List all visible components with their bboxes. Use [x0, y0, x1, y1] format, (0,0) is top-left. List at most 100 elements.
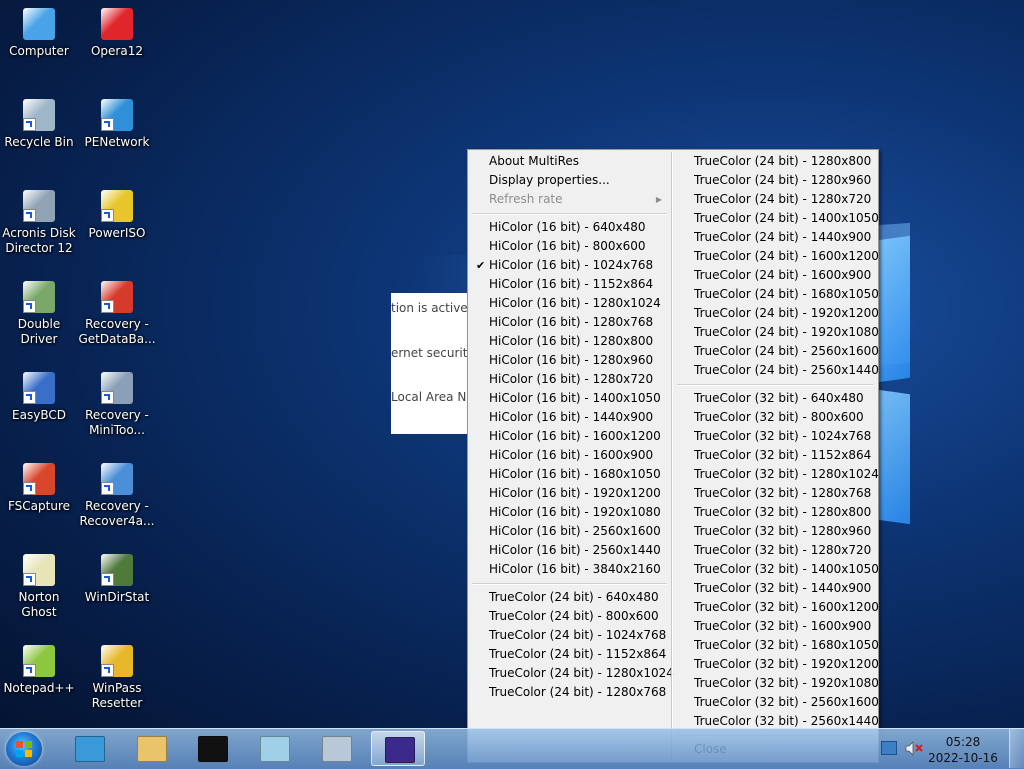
- taskbar-button-pe-network-monitor[interactable]: [62, 731, 116, 766]
- menu-item-hicolor-16-bit-1400x1050[interactable]: HiColor (16 bit) - 1400x1050: [471, 389, 668, 408]
- menu-item-hicolor-16-bit-1440x900[interactable]: HiColor (16 bit) - 1440x900: [471, 408, 668, 427]
- show-desktop-button[interactable]: [1009, 729, 1024, 768]
- menu-item-refresh-rate: Refresh rate ▶: [471, 190, 668, 209]
- opera-icon: [101, 8, 133, 40]
- menu-item-truecolor-24-bit-1600x1200[interactable]: TrueColor (24 bit) - 1600x1200: [676, 247, 879, 266]
- taskbar-button-command-prompt[interactable]: [185, 731, 239, 766]
- volume-muted-icon[interactable]: [905, 741, 923, 756]
- menu-item-hicolor-16-bit-1024x768[interactable]: ✔ HiColor (16 bit) - 1024x768: [471, 256, 668, 275]
- menu-item-truecolor-32-bit-1680x1050[interactable]: TrueColor (32 bit) - 1680x1050: [676, 636, 879, 655]
- menu-item-truecolor-24-bit-1920x1200[interactable]: TrueColor (24 bit) - 1920x1200: [676, 304, 879, 323]
- menu-item-truecolor-32-bit-1152x864[interactable]: TrueColor (32 bit) - 1152x864: [676, 446, 874, 465]
- menu-item-truecolor-24-bit-1680x1050[interactable]: TrueColor (24 bit) - 1680x1050: [676, 285, 879, 304]
- menu-item-hicolor-16-bit-1152x864[interactable]: HiColor (16 bit) - 1152x864: [471, 275, 668, 294]
- menu-item-truecolor-32-bit-2560x1600[interactable]: TrueColor (32 bit) - 2560x1600: [676, 693, 879, 712]
- desktop-icon-windirstat[interactable]: WinDirStat: [78, 554, 156, 605]
- menu-item-hicolor-16-bit-3840x2160[interactable]: HiColor (16 bit) - 3840x2160: [471, 560, 668, 579]
- dialog-line-3: Local Area N: [391, 390, 467, 404]
- menu-item-truecolor-32-bit-1280x960[interactable]: TrueColor (32 bit) - 1280x960: [676, 522, 874, 541]
- menu-item-truecolor-32-bit-1280x800[interactable]: TrueColor (32 bit) - 1280x800: [676, 503, 874, 522]
- desktop-icon-fscapture[interactable]: FSCapture: [0, 463, 78, 514]
- menu-item-label: TrueColor (24 bit) - 800x600: [489, 609, 659, 623]
- start-button[interactable]: [6, 732, 42, 766]
- menu-item-truecolor-32-bit-1280x768[interactable]: TrueColor (32 bit) - 1280x768: [676, 484, 874, 503]
- menu-item-truecolor-32-bit-1920x1200[interactable]: TrueColor (32 bit) - 1920x1200: [676, 655, 879, 674]
- recover4all-icon: [101, 463, 133, 495]
- menu-item-truecolor-32-bit-1600x900[interactable]: TrueColor (32 bit) - 1600x900: [676, 617, 874, 636]
- menu-item-hicolor-16-bit-1280x800[interactable]: HiColor (16 bit) - 1280x800: [471, 332, 668, 351]
- menu-item-hicolor-16-bit-2560x1440[interactable]: HiColor (16 bit) - 2560x1440: [471, 541, 668, 560]
- menu-item-label: HiColor (16 bit) - 640x480: [489, 220, 646, 234]
- menu-item-label: HiColor (16 bit) - 1440x900: [489, 410, 654, 424]
- menu-item-truecolor-32-bit-1600x1200[interactable]: TrueColor (32 bit) - 1600x1200: [676, 598, 879, 617]
- menu-item-truecolor-32-bit-800x600[interactable]: TrueColor (32 bit) - 800x600: [676, 408, 874, 427]
- menu-item-truecolor-24-bit-1280x768[interactable]: TrueColor (24 bit) - 1280x768: [471, 683, 668, 702]
- menu-item-about-multires[interactable]: About MultiRes: [471, 152, 668, 171]
- desktop-icon-norton-ghost[interactable]: Norton Ghost: [0, 554, 78, 620]
- menu-item-truecolor-32-bit-1920x1080[interactable]: TrueColor (32 bit) - 1920x1080: [676, 674, 879, 693]
- taskbar-button-notepad[interactable]: [247, 731, 301, 766]
- menu-item-truecolor-32-bit-640x480[interactable]: TrueColor (32 bit) - 640x480: [676, 389, 874, 408]
- menu-item-truecolor-32-bit-1280x720[interactable]: TrueColor (32 bit) - 1280x720: [676, 541, 874, 560]
- taskbar-button-calculator[interactable]: [309, 731, 363, 766]
- desktop-icon-label: WinDirStat: [84, 590, 150, 604]
- menu-item-truecolor-24-bit-1440x900[interactable]: TrueColor (24 bit) - 1440x900: [676, 228, 874, 247]
- menu-item-truecolor-32-bit-1024x768[interactable]: TrueColor (32 bit) - 1024x768: [676, 427, 874, 446]
- taskbar-button-multires[interactable]: [371, 731, 425, 766]
- menu-item-hicolor-16-bit-800x600[interactable]: HiColor (16 bit) - 800x600: [471, 237, 668, 256]
- menu-item-truecolor-32-bit-1280x1024[interactable]: TrueColor (32 bit) - 1280x1024: [676, 465, 879, 484]
- menu-item-truecolor-24-bit-1280x800[interactable]: TrueColor (24 bit) - 1280x800: [676, 152, 874, 171]
- desktop-icon-easybcd[interactable]: EasyBCD: [0, 372, 78, 423]
- menu-item-truecolor-24-bit-2560x1600[interactable]: TrueColor (24 bit) - 2560x1600: [676, 342, 879, 361]
- desktop-icon-opera[interactable]: Opera12: [78, 8, 156, 59]
- menu-item-label: About MultiRes: [489, 154, 580, 168]
- menu-item-hicolor-16-bit-1280x768[interactable]: HiColor (16 bit) - 1280x768: [471, 313, 668, 332]
- desktop-icon-computer[interactable]: Computer: [0, 8, 78, 59]
- menu-item-truecolor-32-bit-1400x1050[interactable]: TrueColor (32 bit) - 1400x1050: [676, 560, 879, 579]
- menu-item-truecolor-24-bit-800x600[interactable]: TrueColor (24 bit) - 800x600: [471, 607, 668, 626]
- desktop-icon-label: EasyBCD: [12, 408, 66, 422]
- menu-item-truecolor-24-bit-640x480[interactable]: TrueColor (24 bit) - 640x480: [471, 588, 668, 607]
- fscapture-icon: [23, 463, 55, 495]
- menu-item-truecolor-24-bit-1024x768[interactable]: TrueColor (24 bit) - 1024x768: [471, 626, 668, 645]
- menu-item-label: TrueColor (24 bit) - 1280x720: [694, 192, 872, 206]
- menu-item-truecolor-24-bit-1280x960[interactable]: TrueColor (24 bit) - 1280x960: [676, 171, 874, 190]
- desktop-icon-minitool[interactable]: Recovery - MiniToo...: [78, 372, 156, 438]
- desktop-icon-getdataback[interactable]: Recovery - GetDataBa...: [78, 281, 156, 347]
- menu-item-truecolor-32-bit-1440x900[interactable]: TrueColor (32 bit) - 1440x900: [676, 579, 874, 598]
- desktop-icon-poweriso[interactable]: PowerISO: [78, 190, 156, 241]
- desktop-icon-network[interactable]: PENetwork: [78, 99, 156, 150]
- menu-item-hicolor-16-bit-640x480[interactable]: HiColor (16 bit) - 640x480: [471, 218, 668, 237]
- menu-item-label: TrueColor (32 bit) - 1400x1050: [694, 562, 879, 576]
- menu-item-hicolor-16-bit-2560x1600[interactable]: HiColor (16 bit) - 2560x1600: [471, 522, 668, 541]
- menu-item-display-properties[interactable]: Display properties...: [471, 171, 668, 190]
- desktop-icon-notepadpp[interactable]: Notepad++: [0, 645, 78, 696]
- desktop-icon-recover4all[interactable]: Recovery - Recover4a...: [78, 463, 156, 529]
- desktop-icon-double-driver[interactable]: Double Driver: [0, 281, 78, 347]
- network-tray-icon[interactable]: [881, 741, 897, 755]
- menu-item-truecolor-24-bit-2560x1440[interactable]: TrueColor (24 bit) - 2560x1440: [676, 361, 879, 380]
- menu-item-hicolor-16-bit-1680x1050[interactable]: HiColor (16 bit) - 1680x1050: [471, 465, 668, 484]
- menu-item-hicolor-16-bit-1920x1080[interactable]: HiColor (16 bit) - 1920x1080: [471, 503, 668, 522]
- notepad-icon: [260, 736, 290, 762]
- recycle-bin-icon: [23, 99, 55, 131]
- menu-item-hicolor-16-bit-1280x1024[interactable]: HiColor (16 bit) - 1280x1024: [471, 294, 668, 313]
- menu-item-label: HiColor (16 bit) - 800x600: [489, 239, 646, 253]
- menu-item-hicolor-16-bit-1920x1200[interactable]: HiColor (16 bit) - 1920x1200: [471, 484, 668, 503]
- menu-item-label: HiColor (16 bit) - 1280x960: [489, 353, 654, 367]
- desktop-icon-acronis[interactable]: Acronis Disk Director 12: [0, 190, 78, 256]
- menu-item-hicolor-16-bit-1280x960[interactable]: HiColor (16 bit) - 1280x960: [471, 351, 668, 370]
- menu-item-truecolor-24-bit-1920x1080[interactable]: TrueColor (24 bit) - 1920x1080: [676, 323, 879, 342]
- menu-item-truecolor-24-bit-1280x720[interactable]: TrueColor (24 bit) - 1280x720: [676, 190, 874, 209]
- desktop-icon-key[interactable]: WinPass Resetter: [78, 645, 156, 711]
- tray-clock[interactable]: 05:28 2022-10-16: [928, 734, 998, 766]
- menu-item-hicolor-16-bit-1600x1200[interactable]: HiColor (16 bit) - 1600x1200: [471, 427, 668, 446]
- menu-item-truecolor-24-bit-1280x1024[interactable]: TrueColor (24 bit) - 1280x1024: [471, 664, 674, 683]
- menu-item-hicolor-16-bit-1600x900[interactable]: HiColor (16 bit) - 1600x900: [471, 446, 668, 465]
- desktop-icon-recycle-bin[interactable]: Recycle Bin: [0, 99, 78, 150]
- taskbar-button-file-explorer[interactable]: [124, 731, 178, 766]
- menu-item-truecolor-24-bit-1152x864[interactable]: TrueColor (24 bit) - 1152x864: [471, 645, 668, 664]
- menu-item-truecolor-24-bit-1600x900[interactable]: TrueColor (24 bit) - 1600x900: [676, 266, 874, 285]
- menu-item-truecolor-24-bit-1400x1050[interactable]: TrueColor (24 bit) - 1400x1050: [676, 209, 879, 228]
- menu-item-hicolor-16-bit-1280x720[interactable]: HiColor (16 bit) - 1280x720: [471, 370, 668, 389]
